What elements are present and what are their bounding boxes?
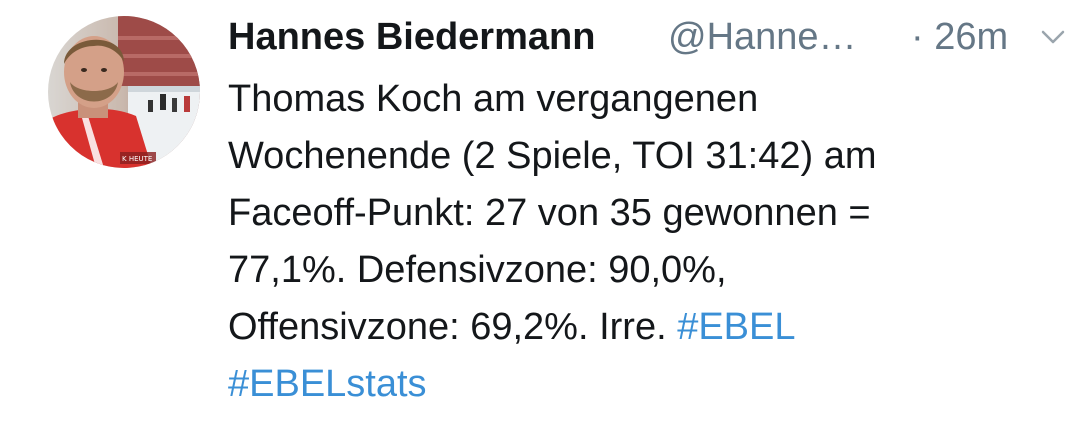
tweet-text: Thomas Koch am vergangenen Wochenende (2… [228, 71, 1048, 413]
tweet-text-segment: Offensivzone: 69,2%. Irre. [228, 306, 678, 348]
tweet-text-line: Offensivzone: 69,2%. Irre. #EBEL [228, 299, 1048, 356]
chevron-down-icon[interactable] [1040, 28, 1066, 46]
tweet[interactable]: K HEUTE Hannes Biedermann @Hanne… · 26m … [0, 0, 1071, 429]
hashtag-link[interactable]: #EBELstats [228, 363, 427, 405]
avatar[interactable]: K HEUTE [48, 16, 200, 168]
author-handle[interactable]: @Hanne… [668, 12, 857, 62]
hashtag-link[interactable]: #EBEL [677, 306, 795, 348]
timestamp[interactable]: · 26m [911, 12, 1008, 62]
tweet-text-line: Faceoff-Punkt: 27 von 35 gewonnen = [228, 192, 871, 234]
profile-photo: K HEUTE [48, 16, 200, 168]
avatar-watermark: K HEUTE [122, 155, 152, 163]
author-name[interactable]: Hannes Biedermann [228, 12, 595, 62]
tweet-text-line: Wochenende (2 Spiele, TOI 31:42) am [228, 135, 877, 177]
tweet-text-line: 77,1%. Defensivzone: 90,0%, [228, 249, 727, 291]
tweet-header: Hannes Biedermann @Hanne… · 26m [228, 12, 1068, 62]
tweet-text-line: Thomas Koch am vergangenen [228, 78, 759, 120]
tweet-text-line: #EBELstats [228, 356, 1048, 413]
